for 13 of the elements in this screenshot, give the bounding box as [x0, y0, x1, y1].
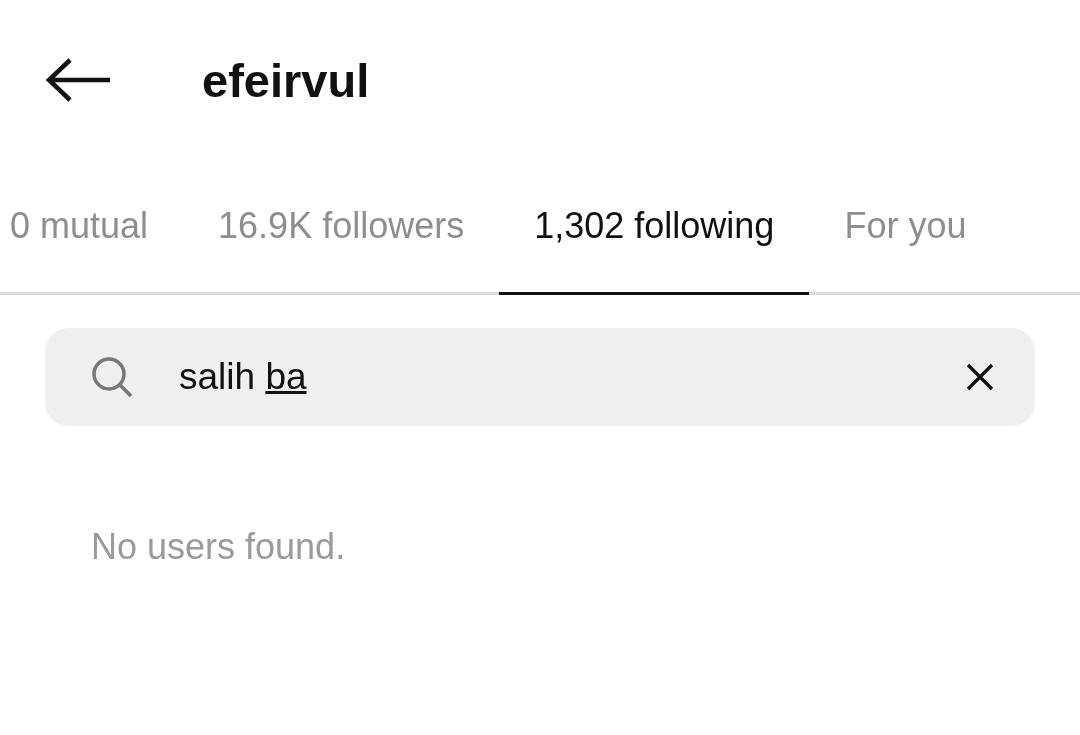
- tab[interactable]: For you: [809, 160, 1002, 295]
- back-button[interactable]: [46, 58, 112, 102]
- tab[interactable]: 16.9K followers: [183, 160, 500, 295]
- clear-button[interactable]: [965, 362, 995, 392]
- tab[interactable]: 1,302 following: [499, 160, 810, 295]
- back-arrow-icon: [46, 58, 112, 102]
- tab[interactable]: 0 mutual: [0, 160, 184, 295]
- search-field[interactable]: salih ba: [45, 328, 1035, 426]
- empty-message: No users found.: [91, 526, 347, 568]
- search-icon: [91, 356, 133, 398]
- search-value: salih ba: [179, 356, 308, 398]
- close-icon: [965, 362, 995, 392]
- username-title: efeirvul: [202, 52, 370, 108]
